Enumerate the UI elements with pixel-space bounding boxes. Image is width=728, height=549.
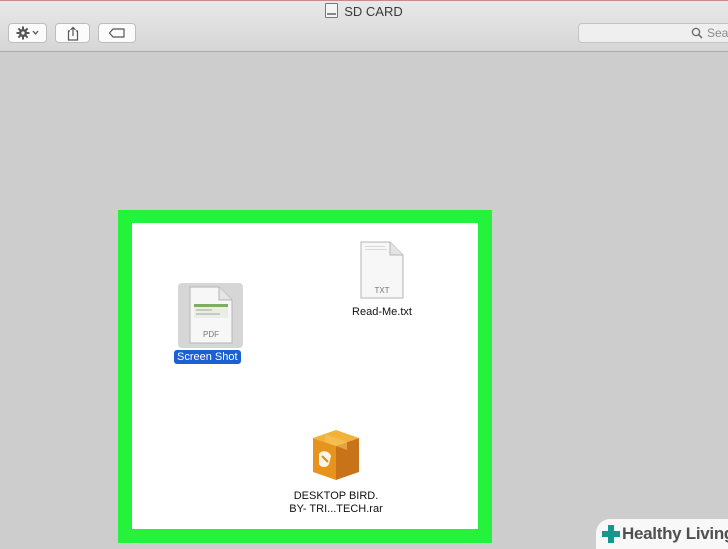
txt-type-label: TXT bbox=[374, 286, 389, 295]
window-top-border bbox=[0, 0, 728, 1]
plus-logo-icon bbox=[602, 525, 620, 543]
pdf-file-icon[interactable]: PDF bbox=[189, 286, 233, 344]
finder-toolbar: SD CARD Sea bbox=[0, 0, 728, 52]
watermark: Healthy Living bbox=[596, 519, 728, 549]
action-button[interactable] bbox=[8, 23, 47, 43]
share-icon bbox=[67, 26, 78, 41]
tag-icon bbox=[108, 28, 125, 38]
file-name-screen-shot[interactable]: Screen Shot bbox=[174, 350, 241, 364]
file-name-line-2: BY- TRI...TECH.rar bbox=[289, 503, 383, 515]
file-area bbox=[132, 223, 478, 529]
search-placeholder: Sea bbox=[707, 26, 728, 40]
search-icon bbox=[691, 27, 703, 39]
share-button[interactable] bbox=[55, 23, 90, 43]
pdf-type-label: PDF bbox=[203, 330, 219, 339]
drive-icon bbox=[325, 3, 339, 18]
file-name-read-me[interactable]: Read-Me.txt bbox=[330, 306, 434, 319]
file-name-line-1: DESKTOP BIRD. bbox=[293, 490, 379, 502]
gear-icon bbox=[16, 26, 38, 40]
window-title: SD CARD bbox=[0, 3, 728, 19]
txt-file-icon[interactable]: TXT bbox=[360, 241, 404, 299]
search-field[interactable]: Sea bbox=[578, 23, 728, 43]
tag-button[interactable] bbox=[98, 23, 136, 43]
watermark-text: Healthy Living bbox=[622, 524, 728, 543]
window-title-text: SD CARD bbox=[344, 4, 403, 19]
file-name-desktop-bird[interactable]: DESKTOP BIRD. BY- TRI...TECH.rar bbox=[272, 490, 400, 516]
rar-archive-icon[interactable] bbox=[307, 428, 365, 482]
